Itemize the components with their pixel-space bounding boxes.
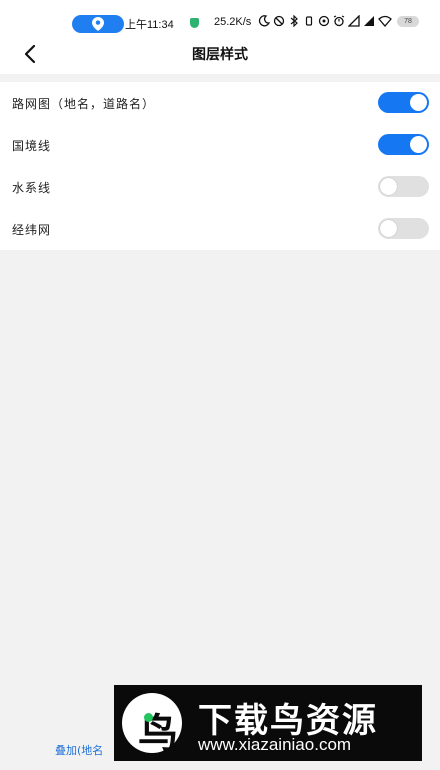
status-time: 上午11:34 [125,19,174,31]
watermark-logo-glyph: 鸟 [138,711,178,757]
setting-label: 经纬网 [12,223,52,237]
signal-icon [348,15,360,27]
page-title: 图层样式 [192,47,248,63]
watermark-url: www.xiazainiao.com [198,735,352,754]
hotspot-icon [318,15,330,27]
border-lines-toggle[interactable] [378,134,429,155]
battery-icon: 78 [397,15,419,27]
alarm-icon [333,15,345,27]
graticule-toggle[interactable] [378,218,429,239]
setting-label: 国境线 [12,139,52,153]
vibrate-icon [305,16,313,26]
bluetooth-icon [290,15,298,27]
toggle-knob [410,94,427,111]
shield-icon [190,18,199,28]
title-bar: 图层样式 [0,34,440,74]
location-pin-icon [92,17,104,31]
toggle-knob [410,136,427,153]
road-network-toggle[interactable] [378,92,429,113]
watermark-banner: 鸟 下载鸟资源 www.xiazainiao.com [114,685,422,761]
toggle-knob [380,220,397,237]
do-not-disturb-icon [273,15,285,27]
signal-2-icon [364,16,374,26]
wifi-icon [378,15,392,27]
layer-settings-list: 路网图（地名，道路名） 国境线 水系线 经纬网 [0,82,440,250]
setting-label: 水系线 [12,181,52,195]
setting-row-road-network[interactable]: 路网图（地名，道路名） [0,82,440,124]
watermark-logo: 鸟 [122,693,182,757]
network-speed: 25.2K/s [214,16,252,28]
overlay-option-link[interactable]: 叠加(地名 [55,742,103,758]
setting-row-graticule[interactable]: 经纬网 [0,208,440,250]
setting-label: 路网图（地名，道路名） [12,97,156,111]
status-icons: 78 [258,15,419,27]
setting-row-water-lines[interactable]: 水系线 [0,166,440,208]
toggle-knob [380,178,397,195]
moon-icon [258,15,270,27]
water-lines-toggle[interactable] [378,176,429,197]
location-pill[interactable] [72,15,124,33]
setting-row-border-lines[interactable]: 国境线 [0,124,440,166]
watermark-logo-dot [144,713,153,722]
